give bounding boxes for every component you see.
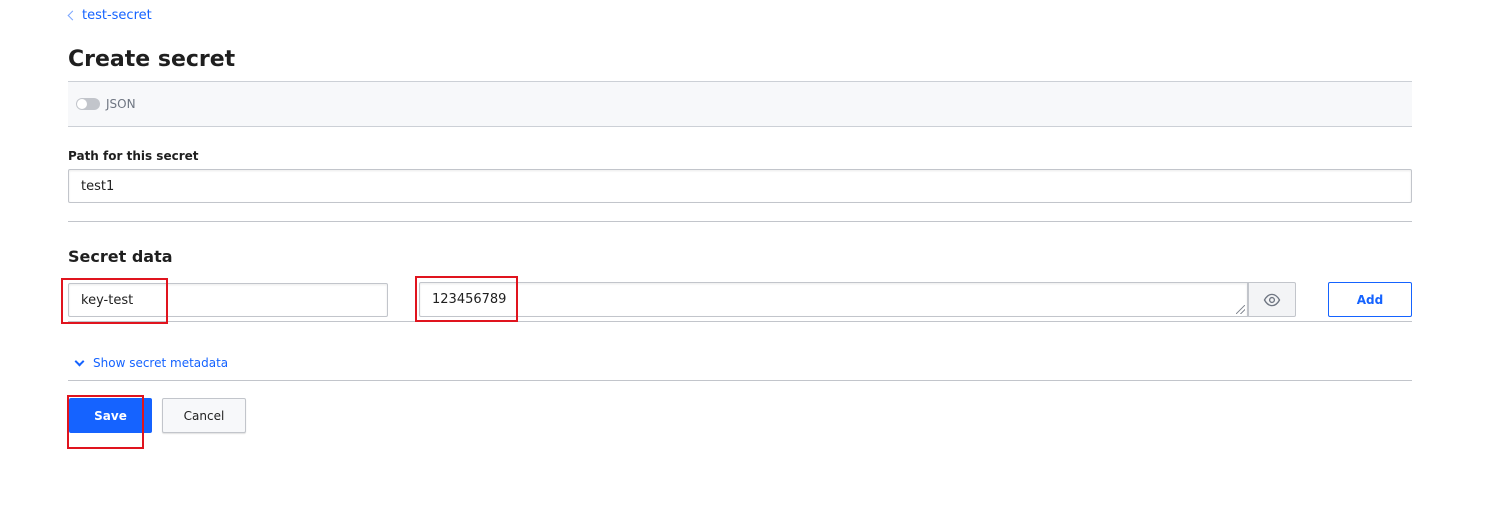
json-toggle-switch[interactable]	[76, 98, 100, 110]
highlight-value-box	[415, 276, 518, 322]
chevron-down-icon	[74, 356, 85, 367]
page-title: Create secret	[68, 47, 236, 72]
breadcrumb-label: test-secret	[82, 8, 152, 23]
show-metadata-label: Show secret metadata	[93, 356, 229, 370]
chevron-left-icon	[67, 10, 78, 21]
highlight-save-box	[67, 395, 144, 449]
secret-data-title: Secret data	[68, 247, 173, 266]
row-divider	[68, 321, 1412, 322]
footer-divider	[68, 380, 1412, 381]
json-toggle-label: JSON	[106, 97, 136, 111]
path-label: Path for this secret	[68, 149, 199, 163]
path-input[interactable]	[68, 169, 1412, 203]
json-toggle-bar: JSON	[68, 81, 1412, 127]
highlight-key-box	[61, 278, 168, 324]
breadcrumb-link[interactable]: test-secret	[67, 8, 152, 23]
show-metadata-toggle[interactable]: Show secret metadata	[74, 356, 228, 370]
add-button[interactable]: Add	[1328, 282, 1412, 317]
eye-icon	[1263, 293, 1281, 306]
secret-value-input[interactable]	[419, 282, 1248, 317]
section-divider	[68, 221, 1412, 222]
cancel-button[interactable]: Cancel	[162, 398, 246, 433]
reveal-value-button[interactable]	[1248, 282, 1296, 317]
resize-handle[interactable]	[1236, 305, 1245, 314]
